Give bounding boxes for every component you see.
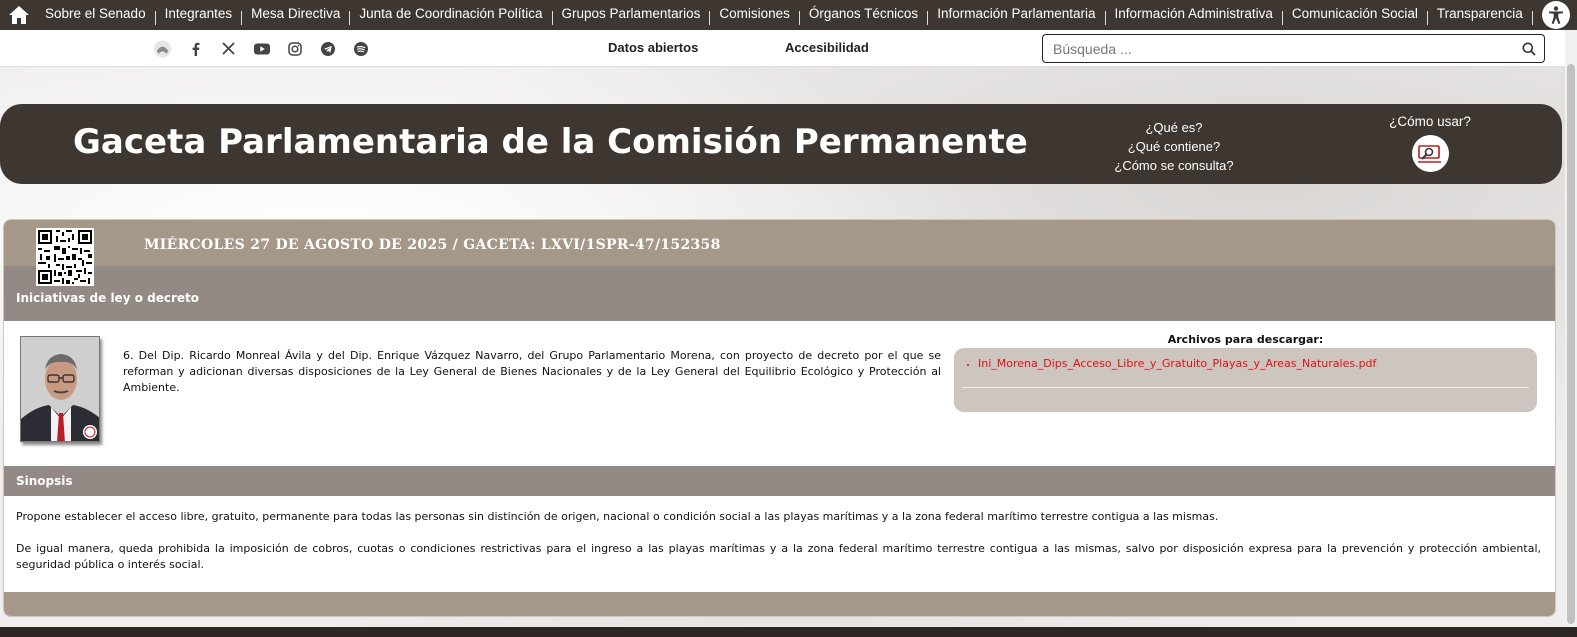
que-es-link[interactable]: ¿Qué es? xyxy=(1110,118,1238,137)
gaceta-card-footer xyxy=(4,592,1555,616)
divider xyxy=(962,387,1529,388)
files-box: Ini_Morena_Dips_Acceso_Libre_y_Gratuito_… xyxy=(954,348,1537,412)
social-links xyxy=(152,38,371,59)
nav-informacion-parlamentaria[interactable]: Información Parlamentaria xyxy=(928,0,1104,30)
synopsis-paragraph-2: De igual manera, queda prohibida la impo… xyxy=(16,542,1541,571)
help-search-icon[interactable] xyxy=(1411,135,1449,172)
facebook-icon[interactable] xyxy=(185,38,206,59)
spotify-icon[interactable] xyxy=(350,38,371,59)
accesibilidad-link[interactable]: Accesibilidad xyxy=(785,40,869,55)
search-icon[interactable] xyxy=(1514,42,1544,56)
telegram-icon[interactable] xyxy=(317,38,338,59)
como-se-consulta-link[interactable]: ¿Cómo se consulta? xyxy=(1110,156,1238,175)
nav-comisiones[interactable]: Comisiones xyxy=(710,0,799,30)
accessibility-icon[interactable] xyxy=(1541,1,1570,29)
nav-organos-tecnicos[interactable]: Órganos Técnicos xyxy=(800,0,927,30)
nav-informacion-administrativa[interactable]: Información Administrativa xyxy=(1106,0,1282,30)
banner-links: ¿Qué es? ¿Qué contiene? ¿Cómo se consult… xyxy=(1110,118,1238,175)
nav-grupos-parlamentarios[interactable]: Grupos Parlamentarios xyxy=(553,0,710,30)
que-contiene-link[interactable]: ¿Qué contiene? xyxy=(1110,137,1238,156)
nav-transparencia[interactable]: Transparencia xyxy=(1428,0,1532,30)
nav-integrantes[interactable]: Integrantes xyxy=(156,0,242,30)
nav-mesa-directiva[interactable]: Mesa Directiva xyxy=(242,0,349,30)
scrollbar-thumb[interactable] xyxy=(1567,64,1575,624)
files-list: Ini_Morena_Dips_Acceso_Libre_y_Gratuito_… xyxy=(978,357,1376,370)
page-title: Gaceta Parlamentaria de la Comisión Perm… xyxy=(73,122,1028,162)
synopsis-title: Sinopsis xyxy=(16,474,73,488)
x-icon[interactable] xyxy=(218,38,239,59)
datos-abiertos-link[interactable]: Datos abiertos xyxy=(608,40,698,55)
files-title: Archivos para descargar: xyxy=(1167,333,1324,346)
secondary-bar: Datos abiertos Accesibilidad xyxy=(0,30,1577,67)
synopsis-header: Sinopsis xyxy=(4,466,1555,496)
nav-divider xyxy=(1531,11,1533,25)
initiative-text: 6. Del Dip. Ricardo Monreal Ávila y del … xyxy=(123,349,941,394)
youtube-icon[interactable] xyxy=(251,38,272,59)
nav-junta-coordinacion[interactable]: Junta de Coordinación Política xyxy=(350,0,551,30)
footer-strip xyxy=(0,627,1577,637)
file-download-link[interactable]: Ini_Morena_Dips_Acceso_Libre_y_Gratuito_… xyxy=(978,357,1376,370)
search-input[interactable] xyxy=(1053,40,1514,57)
gaceta-date: MIÉRCOLES 27 DE AGOSTO DE 2025 / GACETA:… xyxy=(144,237,721,253)
como-usar-label: ¿Cómo usar? xyxy=(1389,114,1471,129)
section-header: Iniciativas de ley o decreto xyxy=(4,266,1555,321)
legislator-photo xyxy=(20,336,100,442)
nav-comunicacion-social[interactable]: Comunicación Social xyxy=(1283,0,1427,30)
gaceta-card-header: MIÉRCOLES 27 DE AGOSTO DE 2025 / GACETA:… xyxy=(4,220,1555,266)
section-title: Iniciativas de ley o decreto xyxy=(16,291,199,305)
como-usar[interactable]: ¿Cómo usar? xyxy=(1385,114,1475,172)
qr-code-icon xyxy=(36,228,94,286)
search-box xyxy=(1042,34,1545,63)
nav-sobre-el-senado[interactable]: Sobre el Senado xyxy=(36,0,155,30)
synopsis-paragraph-1: Propone establecer el acceso libre, grat… xyxy=(16,510,1219,523)
instagram-icon[interactable] xyxy=(284,38,305,59)
gaceta-banner: Gaceta Parlamentaria de la Comisión Perm… xyxy=(0,104,1562,184)
home-icon[interactable] xyxy=(2,0,36,30)
scrollbar[interactable] xyxy=(1565,30,1577,627)
senate-logo-icon[interactable] xyxy=(152,38,173,59)
gaceta-card: MIÉRCOLES 27 DE AGOSTO DE 2025 / GACETA:… xyxy=(3,219,1556,617)
top-navigation: Sobre el Senado Integrantes Mesa Directi… xyxy=(0,0,1577,30)
